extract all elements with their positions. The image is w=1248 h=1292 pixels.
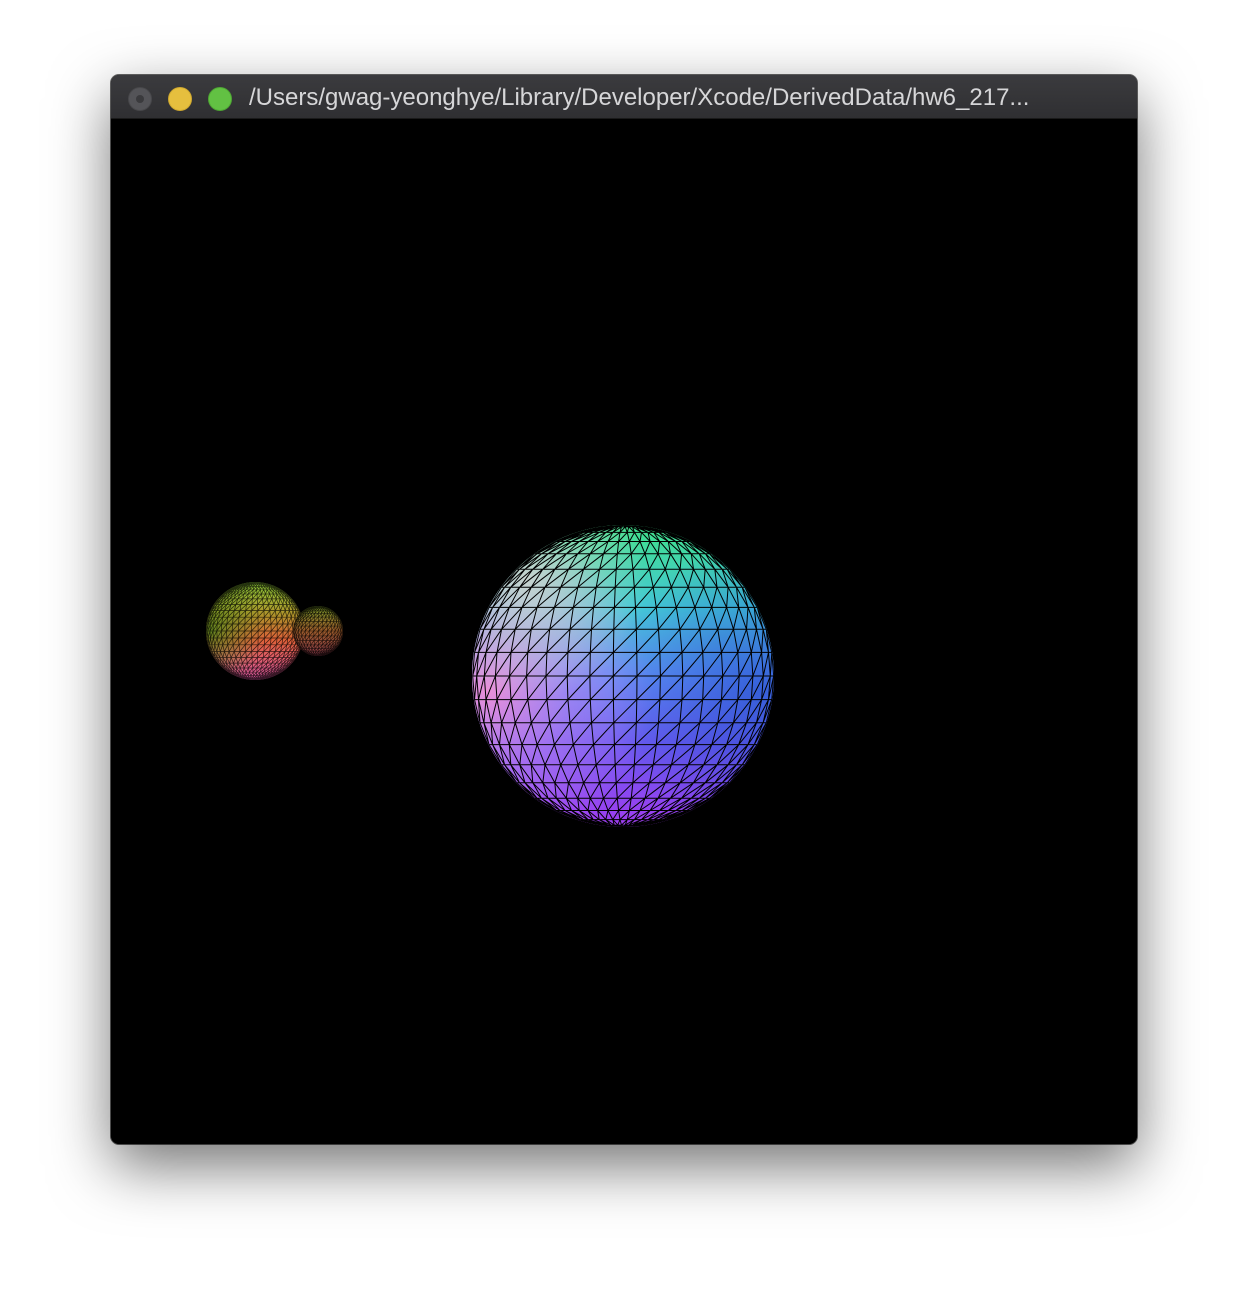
maximize-button[interactable] — [208, 87, 232, 111]
smallWire-mesh — [293, 606, 343, 656]
close-button[interactable] — [128, 87, 152, 111]
medium-sphere — [206, 582, 304, 680]
opengl-viewport[interactable] — [111, 119, 1137, 1144]
scene-canvas — [206, 525, 774, 827]
minimize-button[interactable] — [168, 87, 192, 111]
small-sphere — [293, 606, 343, 656]
large-sphere — [472, 525, 774, 827]
window-title: /Users/gwag-yeonghye/Library/Developer/X… — [249, 84, 1030, 111]
app-window: /Users/gwag-yeonghye/Library/Developer/X… — [111, 75, 1137, 1144]
title-bar[interactable]: /Users/gwag-yeonghye/Library/Developer/X… — [111, 75, 1137, 119]
